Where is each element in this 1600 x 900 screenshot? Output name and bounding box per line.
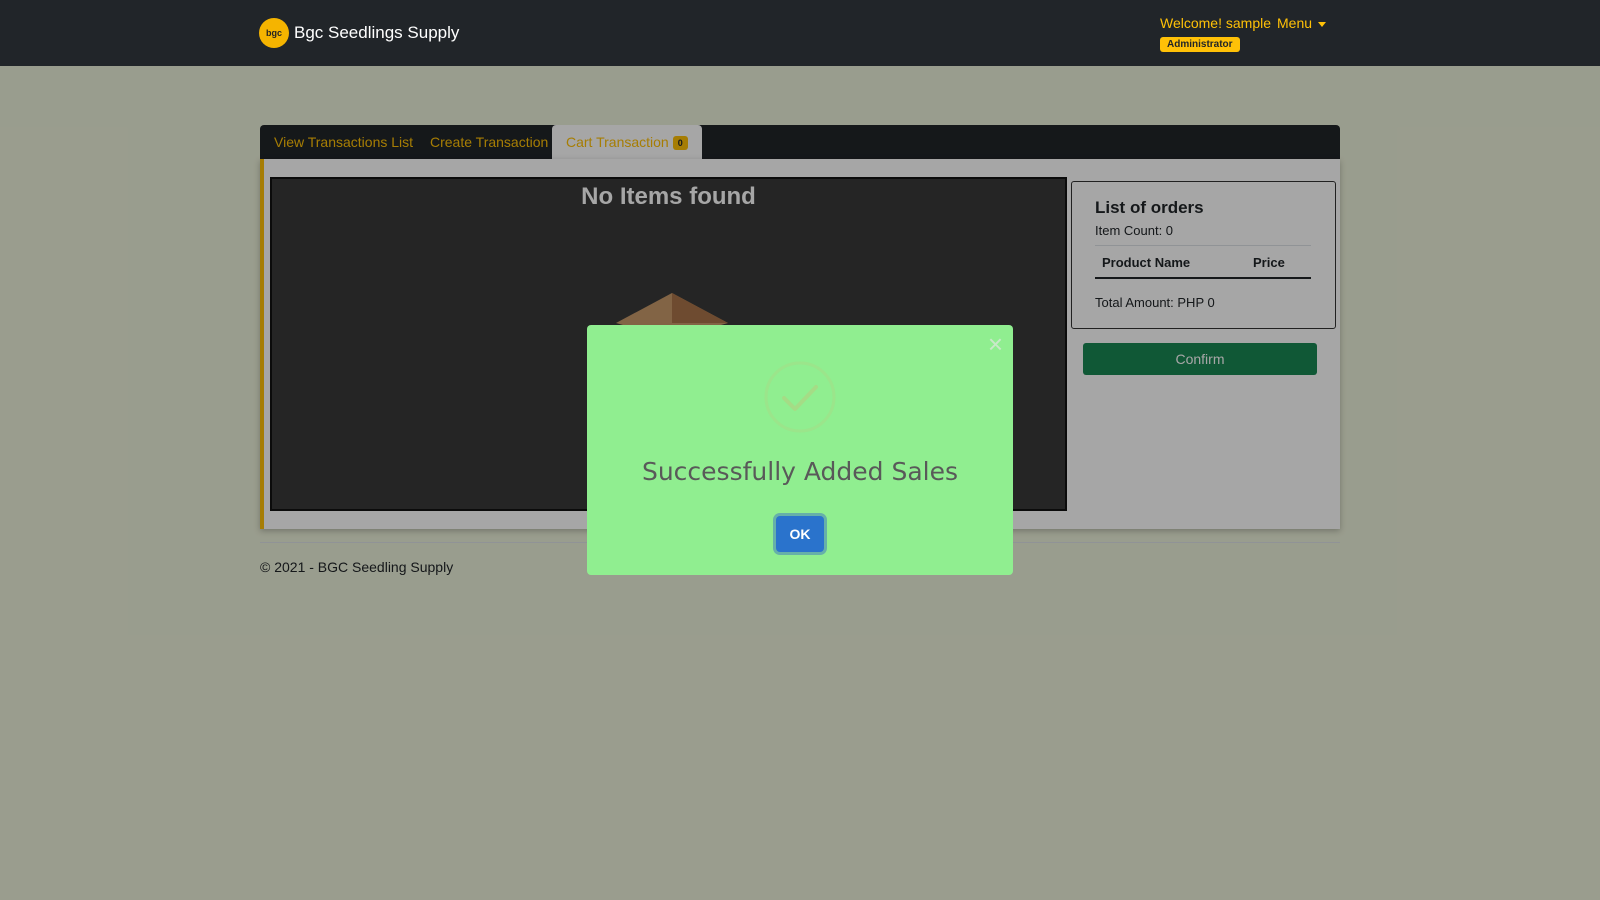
chevron-down-icon xyxy=(1318,21,1327,27)
brand-name: Bgc Seedlings Supply xyxy=(294,23,460,42)
ok-button[interactable]: OK xyxy=(776,516,824,552)
role-badge: Administrator xyxy=(1160,37,1240,52)
menu-dropdown[interactable]: Menu xyxy=(1277,15,1327,31)
checkmark-icon xyxy=(764,361,836,433)
welcome-text: Welcome! sample xyxy=(1160,15,1272,31)
success-modal: × Successfully Added Sales OK xyxy=(587,325,1013,575)
brand-link[interactable]: bgc Bgc Seedlings Supply xyxy=(259,18,459,48)
top-navbar: bgc Bgc Seedlings Supply Welcome! sample… xyxy=(0,0,1600,66)
brand-logo: bgc xyxy=(259,18,289,48)
menu-label: Menu xyxy=(1277,15,1313,31)
modal-title: Successfully Added Sales xyxy=(641,457,959,486)
close-icon[interactable]: × xyxy=(988,331,1003,357)
